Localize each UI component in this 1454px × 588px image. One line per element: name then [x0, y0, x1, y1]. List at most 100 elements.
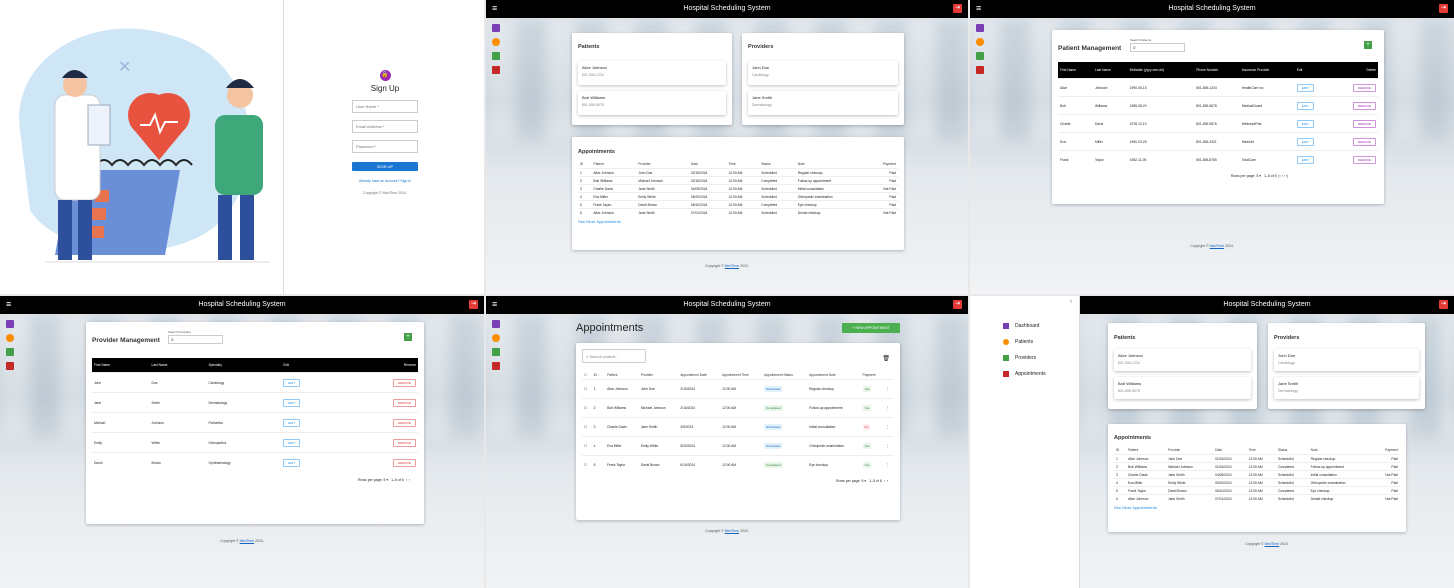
- table-row[interactable]: 4 Eva Miller Emily White 05/20/2024 12:00 AM…: [578, 192, 898, 201]
- remove-button[interactable]: REMOVE: [1352, 137, 1376, 146]
- prev-page-icon[interactable]: ‹: [406, 478, 407, 482]
- patients-icon[interactable]: [492, 334, 500, 342]
- table-row[interactable]: 3 Charlie Davis Jane Smith 04/05/2024 12:00 …: [1114, 470, 1400, 479]
- table-row[interactable]: 5 Frank Taylor David Brown 06/10/2024 12:00 …: [578, 200, 898, 209]
- table-row[interactable]: ☐ 2 Bob Williams Michael Johnson 2/16/2024 12…: [582, 398, 894, 418]
- next-page-icon[interactable]: ›: [409, 478, 410, 482]
- logout-icon[interactable]: ⇥: [953, 4, 962, 13]
- patient-item[interactable]: Bob Williams 801-555-5678: [1114, 377, 1251, 399]
- brand-link[interactable]: MedTime: [725, 529, 739, 533]
- last-page-icon[interactable]: ›|: [1286, 174, 1288, 178]
- more-icon[interactable]: ⋮: [883, 398, 894, 418]
- first-page-icon[interactable]: |‹: [1279, 174, 1281, 178]
- providers-icon[interactable]: [6, 348, 14, 356]
- edit-button[interactable]: EDIT: [1296, 83, 1314, 92]
- patient-item[interactable]: Bob Williams 801-555-5678: [578, 91, 726, 115]
- add-patient-button[interactable]: +: [1364, 41, 1372, 49]
- table-row[interactable]: ☐ 1 Alice Johnson John Doe 2/15/2024 12:00 AM…: [582, 379, 894, 399]
- rows-per-page-select[interactable]: 5: [861, 479, 863, 483]
- providers-icon[interactable]: [976, 52, 984, 60]
- dashboard-icon[interactable]: [976, 24, 984, 32]
- remove-button[interactable]: REMOVE: [392, 458, 416, 467]
- providers-icon[interactable]: [492, 348, 500, 356]
- row-checkbox[interactable]: ☐: [582, 379, 592, 399]
- table-row[interactable]: 1 Alice Johnson John Doe 02/15/2024 12:00 AM…: [578, 168, 898, 177]
- table-row[interactable]: 5 Frank Taylor David Brown 06/10/2024 12:00 …: [1114, 486, 1400, 495]
- table-row[interactable]: 6 Alice Johnson Jane Smith 07/01/2024 12:00 …: [578, 208, 898, 216]
- table-row[interactable]: 3 Charlie Davis Jane Smith 04/05/2024 12:00 …: [578, 184, 898, 193]
- nav-item-dashboard[interactable]: Dashboard: [1003, 318, 1046, 334]
- search-input[interactable]: ⌕: [168, 335, 223, 344]
- dashboard-icon[interactable]: [492, 320, 500, 328]
- search-input[interactable]: ⌕ Search patient...: [582, 349, 646, 363]
- edit-button[interactable]: EDIT: [1296, 155, 1314, 164]
- brand-link[interactable]: MedTime: [240, 539, 254, 543]
- rows-per-page-select[interactable]: 5: [383, 478, 385, 482]
- patient-item[interactable]: Alice Johnson 801-555-1234: [578, 61, 726, 85]
- table-row[interactable]: 2 Bob Williams Michael Johnson 02/16/2024 12…: [1114, 462, 1400, 471]
- provider-item[interactable]: John Doe Cardiology: [748, 61, 898, 85]
- password-field[interactable]: [352, 140, 418, 153]
- patients-icon[interactable]: [6, 334, 14, 342]
- provider-item[interactable]: Jane Smith Dermatology: [1274, 377, 1419, 399]
- search-input[interactable]: ⌕: [1130, 43, 1185, 52]
- provider-item[interactable]: John Doe Cardiology: [1274, 349, 1419, 371]
- username-field[interactable]: [352, 100, 418, 113]
- patient-item[interactable]: Alice Johnson 801-555-1234: [1114, 349, 1251, 371]
- logout-icon[interactable]: ⇥: [1439, 300, 1448, 309]
- add-provider-button[interactable]: +: [404, 333, 412, 341]
- remove-button[interactable]: REMOVE: [392, 378, 416, 387]
- new-appointment-button[interactable]: + NEW APPOINTMENT: [842, 323, 900, 333]
- edit-button[interactable]: EDIT: [283, 398, 301, 407]
- prev-page-icon[interactable]: ‹: [884, 479, 885, 483]
- remove-button[interactable]: REMOVE: [1352, 101, 1376, 110]
- row-checkbox[interactable]: ☐: [582, 398, 592, 418]
- remove-button[interactable]: REMOVE: [392, 398, 416, 407]
- appointments-icon[interactable]: [492, 66, 500, 74]
- table-row[interactable]: 1 Alice Johnson John Doe 02/15/2024 12:00 AM…: [1114, 454, 1400, 463]
- edit-button[interactable]: EDIT: [283, 458, 301, 467]
- provider-item[interactable]: Jane Smith Dermatology: [748, 91, 898, 115]
- row-checkbox[interactable]: ☐: [582, 436, 592, 456]
- row-checkbox[interactable]: ☐: [582, 417, 592, 437]
- edit-button[interactable]: EDIT: [283, 418, 301, 427]
- edit-button[interactable]: EDIT: [1296, 119, 1314, 128]
- remove-button[interactable]: REMOVE: [1352, 155, 1376, 164]
- next-page-icon[interactable]: ›: [887, 479, 888, 483]
- see-more-link[interactable]: See More Appointments: [1114, 505, 1400, 510]
- appointments-icon[interactable]: [6, 362, 14, 370]
- table-row[interactable]: ☐ 4 Eva Miller Emily White 5/20/2024 12:00 AM…: [582, 436, 894, 456]
- nav-item-providers[interactable]: Providers: [1003, 350, 1046, 366]
- next-page-icon[interactable]: ›: [1284, 174, 1285, 178]
- patients-icon[interactable]: [976, 38, 984, 46]
- signup-button[interactable]: SIGN UP: [352, 162, 418, 171]
- edit-button[interactable]: EDIT: [1296, 137, 1314, 146]
- more-icon[interactable]: ⋮: [883, 436, 894, 456]
- appointments-icon[interactable]: [492, 362, 500, 370]
- remove-button[interactable]: REMOVE: [392, 438, 416, 447]
- email-field[interactable]: [352, 120, 418, 133]
- remove-button[interactable]: REMOVE: [1352, 119, 1376, 128]
- remove-button[interactable]: REMOVE: [1352, 83, 1376, 92]
- dashboard-icon[interactable]: [6, 320, 14, 328]
- select-all-checkbox[interactable]: ☐: [582, 371, 592, 380]
- rows-per-page-select[interactable]: 5: [1256, 174, 1258, 178]
- dashboard-icon[interactable]: [492, 24, 500, 32]
- prev-page-icon[interactable]: ‹: [1282, 174, 1283, 178]
- brand-link[interactable]: MedTime: [1210, 244, 1224, 248]
- more-icon[interactable]: ⋮: [883, 455, 894, 474]
- more-icon[interactable]: ⋮: [883, 379, 894, 399]
- table-row[interactable]: ☐ 5 Frank Taylor David Brown 6/10/2024 12:00 …: [582, 455, 894, 474]
- table-row[interactable]: 6 Alice Johnson Jane Smith 07/01/2024 12:00 …: [1114, 494, 1400, 502]
- nav-item-patients[interactable]: Patients: [1003, 334, 1046, 350]
- logout-icon[interactable]: ⇥: [1439, 4, 1448, 13]
- edit-button[interactable]: EDIT: [1296, 101, 1314, 110]
- edit-button[interactable]: EDIT: [283, 378, 301, 387]
- brand-link[interactable]: MedTime: [1265, 542, 1279, 546]
- table-row[interactable]: ☐ 3 Charlie Davis Jane Smith 4/5/2024 12:00 A…: [582, 417, 894, 437]
- signin-link[interactable]: Already have an account? Sign in: [352, 179, 418, 183]
- collapse-icon[interactable]: ‹: [1070, 299, 1072, 305]
- brand-link[interactable]: MedTime: [725, 264, 739, 268]
- patients-icon[interactable]: [492, 38, 500, 46]
- delete-icon[interactable]: 🗑: [882, 355, 890, 362]
